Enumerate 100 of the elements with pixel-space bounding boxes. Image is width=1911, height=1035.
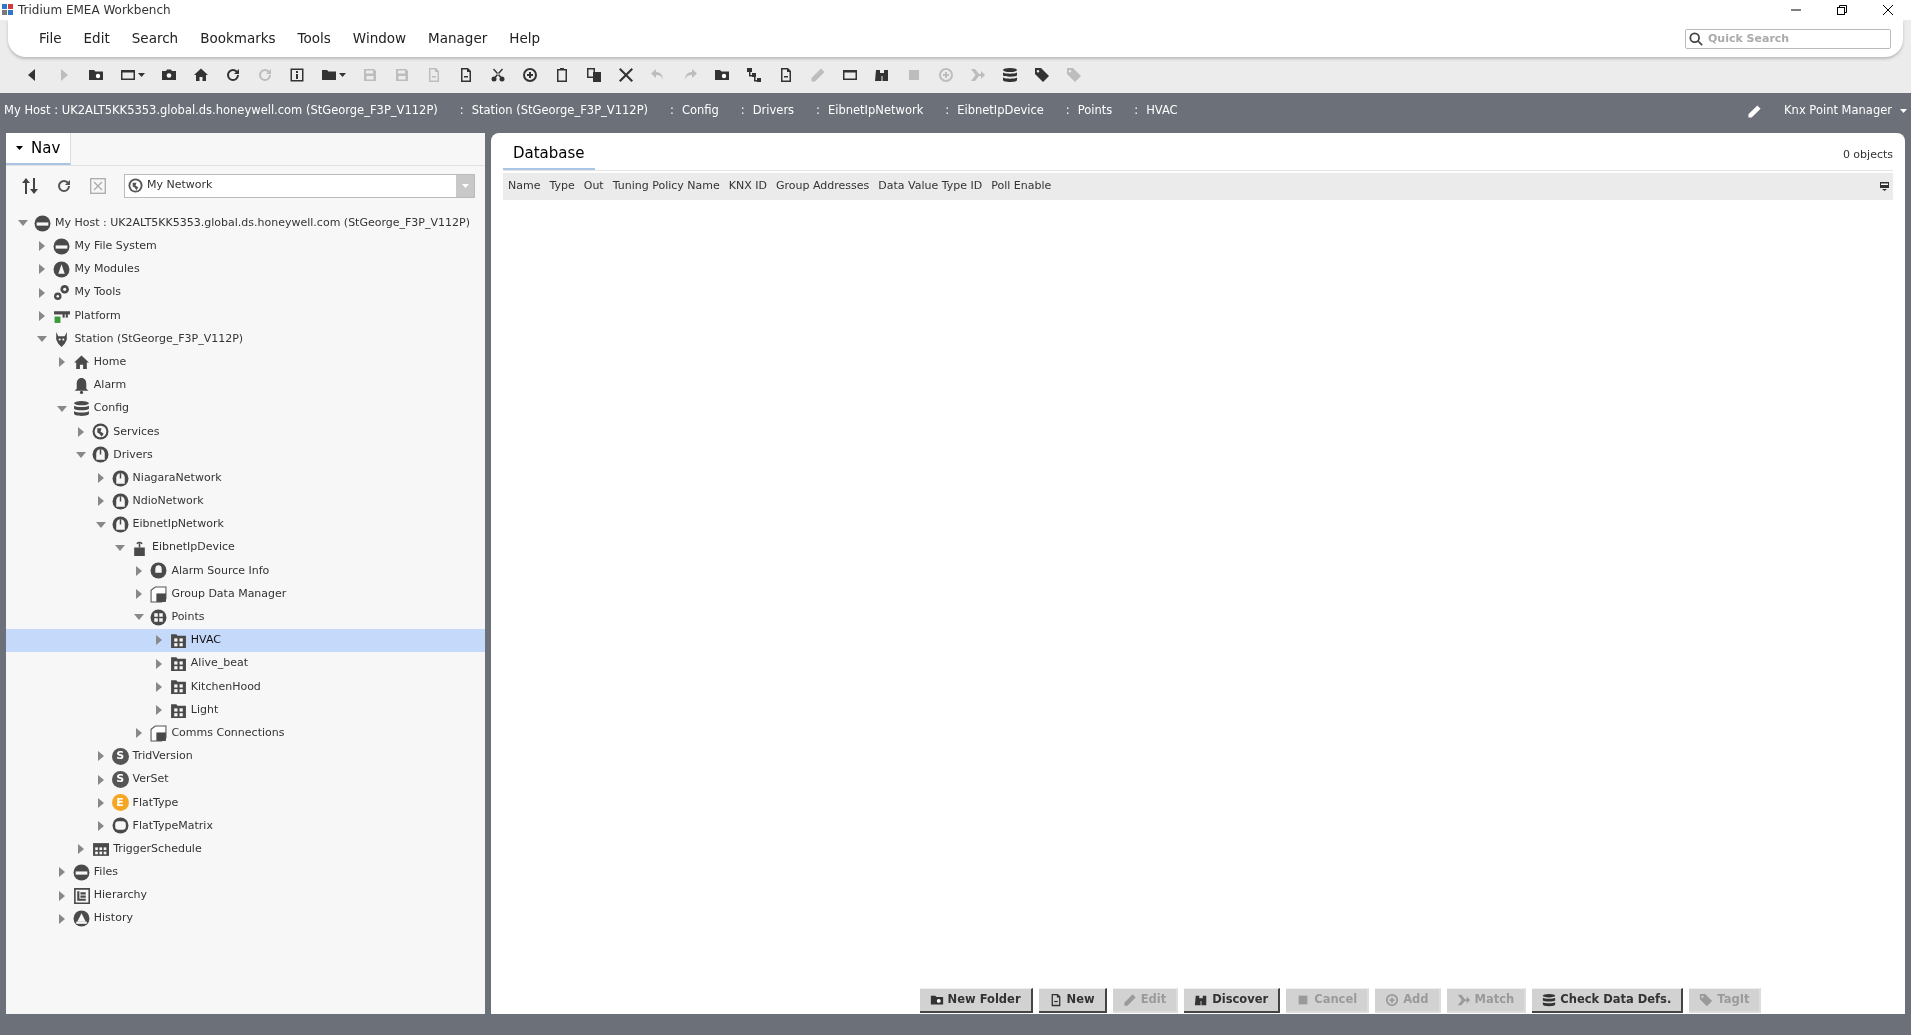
sort-arrows-icon[interactable] (22, 177, 38, 194)
view-selector[interactable]: Knx Point Manager (1784, 102, 1907, 120)
tree-item[interactable]: Comms Connections (6, 721, 485, 745)
menu-item[interactable]: Manager (417, 26, 499, 51)
collapsed-arrow-icon[interactable] (97, 751, 104, 762)
tree-item[interactable]: Hierarchy (6, 883, 485, 908)
collapsed-arrow-icon[interactable] (97, 820, 104, 831)
menu-item[interactable]: File (28, 26, 73, 51)
network-dropdown[interactable]: My Network (124, 173, 475, 198)
tree-item[interactable]: S VerSet (6, 768, 485, 792)
breadcrumb-link[interactable]: Points (1073, 102, 1117, 120)
collapsed-arrow-icon[interactable] (39, 264, 46, 275)
breadcrumb-link[interactable]: Config (677, 102, 723, 120)
expanded-arrow-icon[interactable] (76, 451, 87, 458)
tree-item[interactable]: My Modules (6, 257, 485, 282)
tree-item[interactable]: Services (6, 420, 485, 444)
menu-item[interactable]: Tools (286, 26, 342, 51)
tree-item[interactable]: S TridVersion (6, 744, 485, 768)
column-header[interactable]: Poll Enable (988, 177, 1058, 195)
tree-item[interactable]: History (6, 907, 485, 931)
tree-item[interactable]: Alive_beat (6, 652, 485, 676)
tree-item[interactable]: Alarm Source Info (6, 559, 485, 583)
tree-item[interactable]: My Tools (6, 281, 485, 305)
tree-item[interactable]: Platform (6, 304, 485, 328)
tree-item[interactable]: NdioNetwork (6, 489, 485, 513)
window-title: Tridium EMEA Workbench (18, 2, 171, 19)
breadcrumb-link[interactable]: Drivers (748, 102, 799, 120)
collapsed-arrow-icon[interactable] (155, 635, 162, 646)
collapsed-arrow-icon[interactable] (58, 890, 65, 901)
collapsed-arrow-icon[interactable] (39, 287, 46, 298)
collapsed-arrow-icon[interactable] (136, 728, 143, 739)
tree-item[interactable]: NiagaraNetwork (6, 466, 485, 490)
tree-item[interactable]: Points (6, 605, 485, 629)
column-header[interactable]: Out (580, 177, 610, 195)
breadcrumb-link[interactable]: Station (StGeorge_F3P_V112P) (467, 102, 653, 120)
collapsed-arrow-icon[interactable] (39, 241, 46, 252)
tree-item[interactable]: EibnetIpNetwork (6, 512, 485, 537)
tree-item[interactable]: Drivers (6, 443, 485, 467)
action-button[interactable]: New Folder (919, 988, 1033, 1013)
collapsed-arrow-icon[interactable] (97, 496, 104, 507)
tree-item[interactable]: HVAC (6, 628, 485, 653)
column-header[interactable]: Type (546, 177, 581, 195)
collapsed-arrow-icon[interactable] (136, 565, 143, 576)
collapsed-arrow-icon[interactable] (58, 913, 65, 924)
tree-item[interactable]: EibnetIpDevice (6, 536, 485, 560)
tree-item[interactable]: FlatTypeMatrix (6, 814, 485, 838)
column-chooser-icon[interactable] (1880, 181, 1889, 191)
expanded-arrow-icon[interactable] (37, 336, 48, 343)
expanded-arrow-icon[interactable] (95, 521, 106, 528)
tree-item[interactable]: TriggerSchedule (6, 837, 485, 861)
collapsed-arrow-icon[interactable] (155, 658, 162, 669)
tree-item[interactable]: My Host : UK2ALT5KK5353.global.ds.honeywell.com (StGeorge_F3P_V112P) (6, 211, 485, 235)
collapsed-arrow-icon[interactable] (155, 705, 162, 716)
column-header[interactable]: Data Value Type ID (875, 177, 989, 195)
collapsed-arrow-icon[interactable] (97, 774, 104, 785)
expanded-arrow-icon[interactable] (18, 220, 28, 227)
menu-item[interactable]: Help (498, 26, 552, 51)
refresh-icon[interactable] (56, 177, 72, 194)
tree-item[interactable]: Files (6, 860, 485, 884)
tree-item[interactable]: Station (StGeorge_F3P_V112P) (6, 327, 485, 351)
collapsed-arrow-icon[interactable] (155, 681, 162, 692)
column-header[interactable]: Tuning Policy Name (609, 177, 726, 195)
collapsed-arrow-icon[interactable] (78, 844, 85, 855)
menu-item[interactable]: Edit (72, 26, 121, 51)
column-header[interactable]: KNX ID (725, 177, 773, 195)
collapsed-arrow-icon[interactable] (39, 310, 46, 321)
tree-item[interactable]: My File System (6, 234, 485, 258)
collapsed-arrow-icon[interactable] (97, 473, 104, 484)
nav-tab[interactable]: Nav (6, 133, 72, 165)
quick-search-field[interactable]: Quick Search (1685, 28, 1891, 49)
tree-item[interactable]: Alarm (6, 373, 485, 397)
expanded-arrow-icon[interactable] (134, 614, 145, 621)
tree-item[interactable]: Config (6, 397, 485, 421)
breadcrumb-link[interactable]: EibnetIpDevice (953, 102, 1048, 120)
collapsed-arrow-icon[interactable] (136, 589, 143, 600)
collapsed-arrow-icon[interactable] (58, 867, 65, 878)
alarm-source-icon (150, 562, 168, 580)
tree-item[interactable]: KitchenHood (6, 675, 485, 699)
menu-item[interactable]: Bookmarks (189, 26, 287, 51)
collapsed-arrow-icon[interactable] (78, 426, 85, 437)
tree-item[interactable]: Light (6, 698, 485, 722)
action-button[interactable]: New (1038, 988, 1107, 1013)
tree-item[interactable]: Home (6, 350, 485, 374)
action-button[interactable]: Discover (1184, 988, 1281, 1013)
tree-item[interactable]: Group Data Manager (6, 582, 485, 606)
action-button[interactable]: Check Data Defs. (1532, 988, 1684, 1013)
breadcrumb-link[interactable]: My Host : UK2ALT5KK5353.global.ds.honeywell.com (StGeorge_F3P_V112P) (0, 102, 442, 120)
menu-item[interactable]: Search (120, 26, 190, 51)
breadcrumb-link[interactable]: EibnetIpNetwork (824, 102, 928, 120)
close-box-icon[interactable] (90, 177, 106, 194)
column-header[interactable]: Name (505, 177, 547, 195)
letter-icon: E (111, 794, 129, 812)
menu-item[interactable]: Window (341, 26, 418, 51)
tree-item[interactable]: E FlatType (6, 791, 485, 815)
expanded-arrow-icon[interactable] (56, 405, 67, 412)
collapsed-arrow-icon[interactable] (97, 797, 104, 808)
breadcrumb-link[interactable]: HVAC (1142, 102, 1182, 120)
column-header[interactable]: Group Addresses (772, 177, 876, 195)
collapsed-arrow-icon[interactable] (58, 357, 65, 368)
expanded-arrow-icon[interactable] (115, 544, 125, 551)
